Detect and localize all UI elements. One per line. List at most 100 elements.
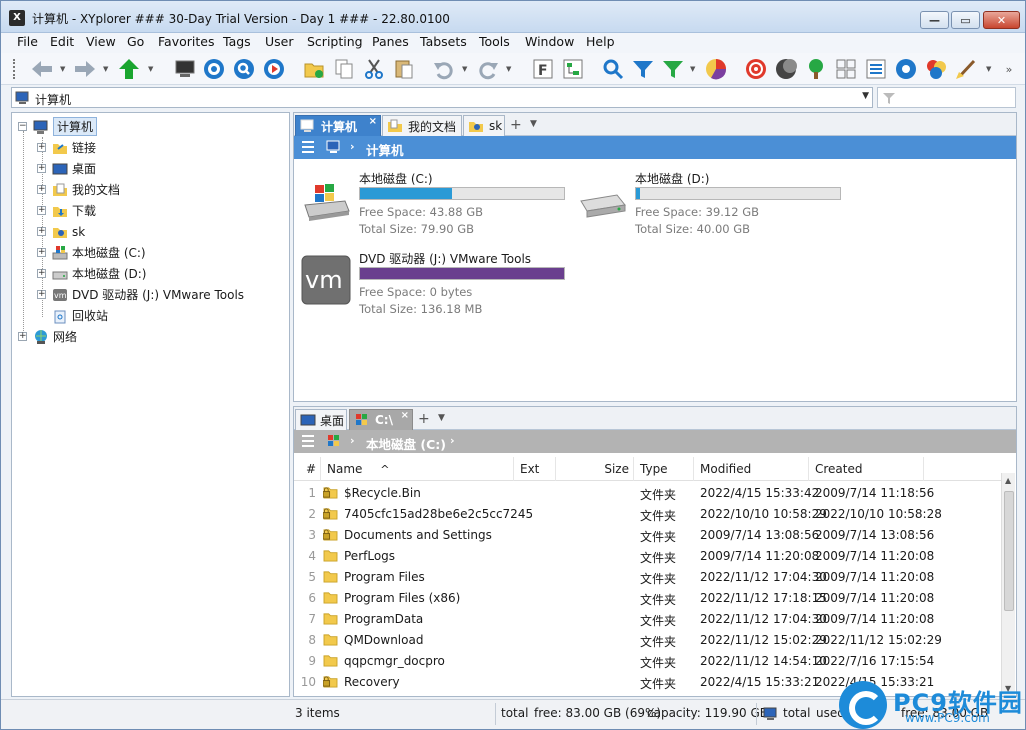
expand-icon[interactable]: + (37, 248, 46, 257)
list-button[interactable] (864, 57, 888, 81)
pie-button[interactable] (704, 57, 728, 81)
toolbar-overflow[interactable]: » (999, 57, 1019, 81)
redo-dropdown[interactable]: ▼ (506, 66, 513, 73)
table-row[interactable]: 2 7405cfc15ad28be6e2c5cc7245 文件夹 2022/10/10… (294, 504, 1002, 525)
tree-node-links[interactable]: + 链接 (37, 138, 96, 157)
tab-drive-c[interactable]: C:\ × (349, 409, 413, 430)
grid-button[interactable] (834, 57, 858, 81)
filter-button[interactable] (631, 57, 655, 81)
tree-node-recycle-bin[interactable]: 回收站 (52, 306, 108, 325)
breadcrumb-separator-icon[interactable]: › (350, 140, 355, 153)
chevron-down-icon[interactable]: ▼ (862, 91, 869, 101)
go-button[interactable] (262, 57, 286, 81)
address-bar[interactable]: 计算机 ▼ (11, 87, 873, 108)
expand-icon[interactable]: + (37, 206, 46, 215)
column-header-created[interactable]: Created (809, 457, 924, 481)
back-button[interactable] (30, 57, 54, 81)
expand-icon[interactable]: + (37, 185, 46, 194)
menu-tabsets[interactable]: Tabsets (420, 34, 467, 49)
back-dropdown[interactable]: ▼ (60, 66, 67, 73)
up-button[interactable] (117, 57, 141, 81)
drive-tile-c[interactable]: 本地磁盘 (C:) Free Space: 43.88 GB Total Siz… (301, 170, 571, 242)
table-row[interactable]: 8 QMDownload 文件夹 2022/11/12 15:02:29 2022/11… (294, 630, 1002, 651)
moon-button[interactable] (774, 57, 798, 81)
undo-dropdown[interactable]: ▼ (462, 66, 469, 73)
menu-favorites[interactable]: Favorites (158, 34, 214, 49)
computer-icon[interactable] (326, 139, 342, 155)
table-row[interactable]: 1 $Recycle.Bin 文件夹 2022/4/15 15:33:42 2009/7… (294, 483, 1002, 504)
computer-button[interactable] (173, 57, 197, 81)
cut-button[interactable] (362, 57, 386, 81)
tab-list-dropdown[interactable]: ▼ (438, 413, 445, 423)
toolbar-grip[interactable] (13, 59, 21, 79)
table-row[interactable]: 5 Program Files 文件夹 2022/11/12 17:04:30 2009… (294, 567, 1002, 588)
menu-window[interactable]: Window (525, 34, 574, 49)
column-header-ext[interactable]: Ext (514, 457, 556, 481)
expand-icon[interactable]: + (37, 227, 46, 236)
menu-view[interactable]: View (86, 34, 116, 49)
new-tab-button[interactable]: + (418, 411, 430, 427)
undo-button[interactable] (432, 57, 456, 81)
tab-list-dropdown[interactable]: ▼ (530, 119, 537, 129)
tab-computer[interactable]: 计算机 × (295, 115, 381, 136)
table-row[interactable]: 7 ProgramData 文件夹 2022/11/12 17:04:30 2009/7… (294, 609, 1002, 630)
table-row[interactable]: 6 Program Files (x86) 文件夹 2022/11/12 17:18:… (294, 588, 1002, 609)
tab-close-icon[interactable]: × (369, 116, 377, 127)
menu-go[interactable]: Go (127, 34, 144, 49)
expand-icon[interactable]: + (37, 290, 46, 299)
menu-icon[interactable] (302, 141, 314, 156)
tree-green-button[interactable] (804, 57, 828, 81)
filter-green-button[interactable] (661, 57, 685, 81)
scroll-up-icon[interactable]: ▲ (1005, 476, 1011, 485)
column-header-size[interactable]: Size (556, 457, 634, 481)
app-icon[interactable]: X (9, 10, 25, 26)
breadcrumb-separator-icon[interactable]: › (450, 434, 455, 447)
menu-icon[interactable] (302, 435, 314, 450)
column-header-number[interactable]: # (294, 457, 321, 481)
find-button[interactable] (232, 57, 256, 81)
table-row[interactable]: 3 Documents and Settings 文件夹 2009/7/14 13:0… (294, 525, 1002, 546)
breadcrumb-item[interactable]: 本地磁盘 (C:) (366, 434, 446, 453)
tab-close-icon[interactable]: × (401, 410, 409, 421)
copy-button[interactable] (332, 57, 356, 81)
target-button[interactable] (202, 57, 226, 81)
minimize-button[interactable]: — (920, 11, 949, 29)
tree-node-desktop[interactable]: + 桌面 (37, 159, 96, 178)
filter-dropdown[interactable]: ▼ (690, 66, 697, 73)
breadcrumb-item[interactable]: 计算机 (366, 140, 404, 159)
menu-edit[interactable]: Edit (50, 34, 74, 49)
filter-input[interactable] (877, 87, 1016, 108)
collapse-icon[interactable]: − (18, 122, 27, 131)
spiral-button[interactable] (744, 57, 768, 81)
brush-button[interactable] (954, 57, 978, 81)
tab-desktop[interactable]: 桌面 (295, 409, 347, 430)
close-button[interactable]: ✕ (983, 11, 1020, 29)
menu-tools[interactable]: Tools (479, 34, 510, 49)
tree-node-downloads[interactable]: + 下载 (37, 201, 96, 220)
expand-icon[interactable]: + (18, 332, 27, 341)
new-folder-button[interactable] (302, 57, 326, 81)
table-row[interactable]: 9 qqpcmgr_docpro 文件夹 2022/11/12 14:54:10 202… (294, 651, 1002, 672)
tree-node-documents[interactable]: + 我的文档 (37, 180, 120, 199)
tree-button[interactable] (561, 57, 585, 81)
tree-node-sk[interactable]: + sk (37, 222, 85, 241)
tree-node-drive-d[interactable]: + 本地磁盘 (D:) (37, 264, 146, 283)
drive-tile-dvd[interactable]: vm DVD 驱动器 (J:) VMware Tools Free Space:… (301, 250, 571, 322)
tree-node-drive-c[interactable]: + 本地磁盘 (C:) (37, 243, 146, 262)
colors-button[interactable] (924, 57, 948, 81)
table-row[interactable]: 4 PerfLogs 文件夹 2009/7/14 11:20:08 2009/7/14 … (294, 546, 1002, 567)
menu-scripting[interactable]: Scripting (307, 34, 363, 49)
tree-node-dvd[interactable]: + vm DVD 驱动器 (J:) VMware Tools (37, 285, 244, 304)
vertical-scrollbar[interactable]: ▲ ▼ (1001, 473, 1015, 696)
menu-file[interactable]: File (17, 34, 38, 49)
redo-button[interactable] (476, 57, 500, 81)
brush-dropdown[interactable]: ▼ (986, 66, 993, 73)
tab-sk[interactable]: sk (463, 115, 505, 136)
column-header-type[interactable]: Type (634, 457, 694, 481)
new-tab-button[interactable]: + (510, 117, 522, 133)
drive-tile-d[interactable]: 本地磁盘 (D:) Free Space: 39.12 GB Total Siz… (577, 170, 847, 242)
windows-drive-icon[interactable] (326, 433, 342, 449)
search-button[interactable] (601, 57, 625, 81)
expand-icon[interactable]: + (37, 143, 46, 152)
menu-panes[interactable]: Panes (372, 34, 409, 49)
